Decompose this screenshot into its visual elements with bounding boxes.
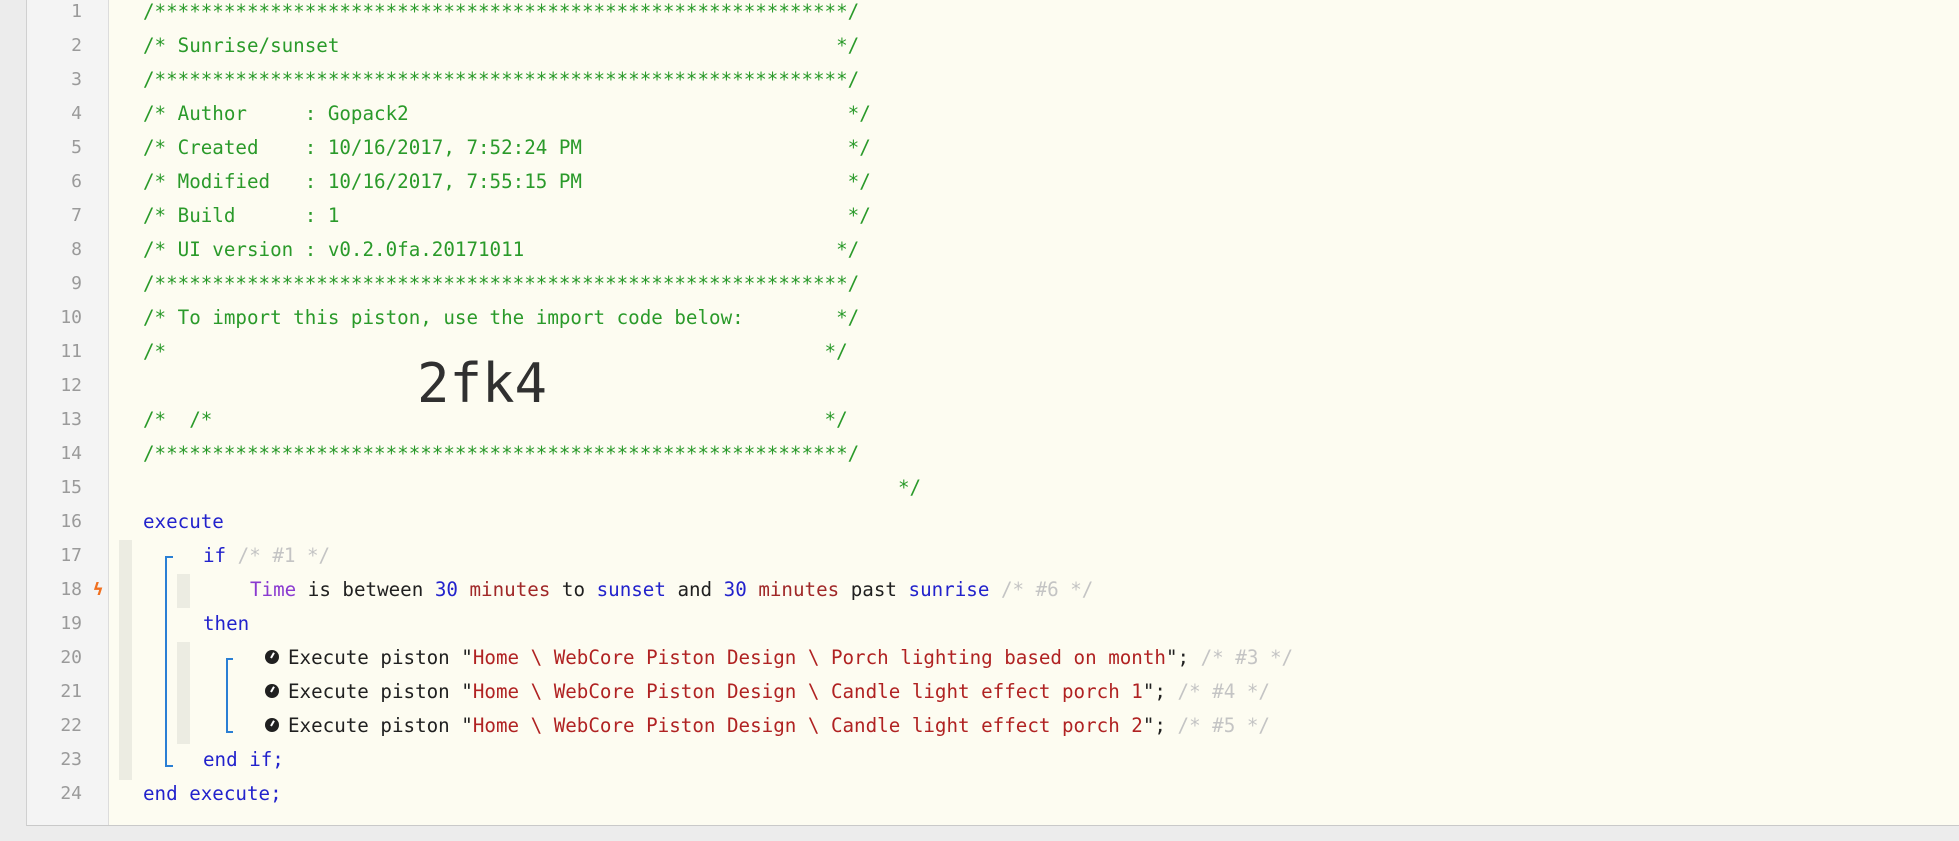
header-build: /* Build : 1 */ — [143, 204, 871, 227]
end-if-keyword[interactable]: end if; — [203, 743, 284, 777]
clock-icon — [265, 683, 279, 698]
if-block-guide-top — [165, 556, 173, 558]
statement-id-comment: /* #1 */ — [237, 544, 331, 567]
line-number: 17 — [60, 545, 82, 566]
cond-text: to — [550, 578, 597, 601]
line-number: 15 — [60, 477, 82, 498]
line-number: 11 — [60, 341, 82, 362]
header-border: /***************************************… — [143, 0, 860, 23]
execute-keyword[interactable]: execute — [143, 505, 224, 539]
line-number: 12 — [60, 375, 82, 396]
statement-id-comment: /* #4 */ — [1165, 680, 1270, 703]
cond-value: 30 — [723, 578, 747, 601]
comment-close: */ — [898, 476, 922, 499]
header-created: /* Created : 10/16/2017, 7:52:24 PM */ — [143, 136, 871, 159]
cond-operand: Time — [250, 578, 297, 601]
if-block-guide — [165, 556, 167, 767]
statement-text: Execute piston " — [288, 646, 473, 669]
line-number: 18 — [60, 579, 82, 600]
then-keyword[interactable]: then — [203, 607, 249, 641]
line-number: 20 — [60, 647, 82, 668]
line-number: 22 — [60, 715, 82, 736]
condition-indent-shade — [177, 574, 190, 608]
if-keyword: if — [203, 544, 227, 567]
header-title: /* Sunrise/sunset */ — [143, 34, 860, 57]
condition[interactable]: Time is between 30 minutes to sunset and… — [250, 573, 1093, 607]
cond-text: and — [665, 578, 724, 601]
import-code[interactable]: 2fk4 — [417, 357, 547, 411]
header-border: /***************************************… — [143, 68, 860, 91]
line-number: 7 — [71, 205, 82, 226]
line-number: 23 — [60, 749, 82, 770]
header-author: /* Author : Gopack2 */ — [143, 102, 871, 125]
line-number: 3 — [71, 69, 82, 90]
header-border: /***************************************… — [143, 442, 860, 465]
piston-name: Home \ WebCore Piston Design \ Candle li… — [472, 714, 1143, 737]
header-blank: /* */ — [143, 408, 848, 431]
condition-id-comment: /* #6 */ — [989, 578, 1094, 601]
header-modified: /* Modified : 10/16/2017, 7:55:15 PM */ — [143, 170, 871, 193]
statement-id-comment: /* #5 */ — [1165, 714, 1270, 737]
header-import-code-line: /* 2fk4 */ — [143, 357, 921, 500]
statement-text: "; — [1142, 680, 1166, 703]
cond-sunrise: sunrise — [908, 578, 990, 601]
line-number: 24 — [60, 783, 82, 804]
header-import-note: /* To import this piston, use the import… — [143, 306, 860, 329]
line-number: 9 — [71, 273, 82, 294]
then-block-guide-top — [226, 658, 233, 660]
clock-icon — [265, 649, 279, 664]
if-block-guide-bottom — [165, 765, 173, 767]
statement-id-comment: /* #3 */ — [1189, 646, 1294, 669]
statement-text: "; — [1142, 714, 1166, 737]
block-indent-shade — [119, 540, 132, 780]
line-number: 6 — [71, 171, 82, 192]
line-number: 4 — [71, 103, 82, 124]
cond-value: 30 — [434, 578, 458, 601]
end-execute-keyword[interactable]: end execute; — [143, 777, 282, 811]
line-number: 16 — [60, 511, 82, 532]
execute-piston-statement[interactable]: Execute piston "Home \ WebCore Piston De… — [265, 675, 1270, 709]
piston-name: Home \ WebCore Piston Design \ Porch lig… — [472, 646, 1166, 669]
header-border: /***************************************… — [143, 272, 860, 295]
statement-text: Execute piston " — [288, 714, 473, 737]
cond-unit: minutes — [457, 578, 551, 601]
then-block-guide — [226, 658, 228, 733]
cond-operator: is between — [296, 578, 435, 601]
header-ui-version: /* UI version : v0.2.0fa.20171011 */ — [143, 238, 860, 261]
then-block-guide-bottom — [226, 731, 233, 733]
statement-indent-shade — [177, 642, 190, 744]
line-number: 5 — [71, 137, 82, 158]
execute-piston-statement[interactable]: Execute piston "Home \ WebCore Piston De… — [265, 641, 1293, 675]
line-number: 13 — [60, 409, 82, 430]
line-number: 10 — [60, 307, 82, 328]
piston-name: Home \ WebCore Piston Design \ Candle li… — [472, 680, 1143, 703]
cond-text: past — [839, 578, 909, 601]
cond-unit: minutes — [746, 578, 840, 601]
clock-icon — [265, 717, 279, 732]
line-number: 8 — [71, 239, 82, 260]
execute-piston-statement[interactable]: Execute piston "Home \ WebCore Piston De… — [265, 709, 1270, 743]
line-number: 1 — [71, 1, 82, 22]
line-number: 2 — [71, 35, 82, 56]
line-number: 19 — [60, 613, 82, 634]
lightning-icon[interactable]: ϟ — [93, 573, 103, 607]
line-number: 21 — [60, 681, 82, 702]
code-editor[interactable]: 1 2 3 4 5 6 7 8 9 10 11 12 13 14 15 16 1… — [26, 0, 1959, 826]
line-number-gutter: 1 2 3 4 5 6 7 8 9 10 11 12 13 14 15 16 1… — [27, 0, 109, 825]
cond-sunset: sunset — [596, 578, 666, 601]
statement-text: "; — [1165, 646, 1190, 669]
statement-text: Execute piston " — [288, 680, 473, 703]
if-statement[interactable]: if /* #1 */ — [203, 539, 330, 573]
line-number: 14 — [60, 443, 82, 464]
